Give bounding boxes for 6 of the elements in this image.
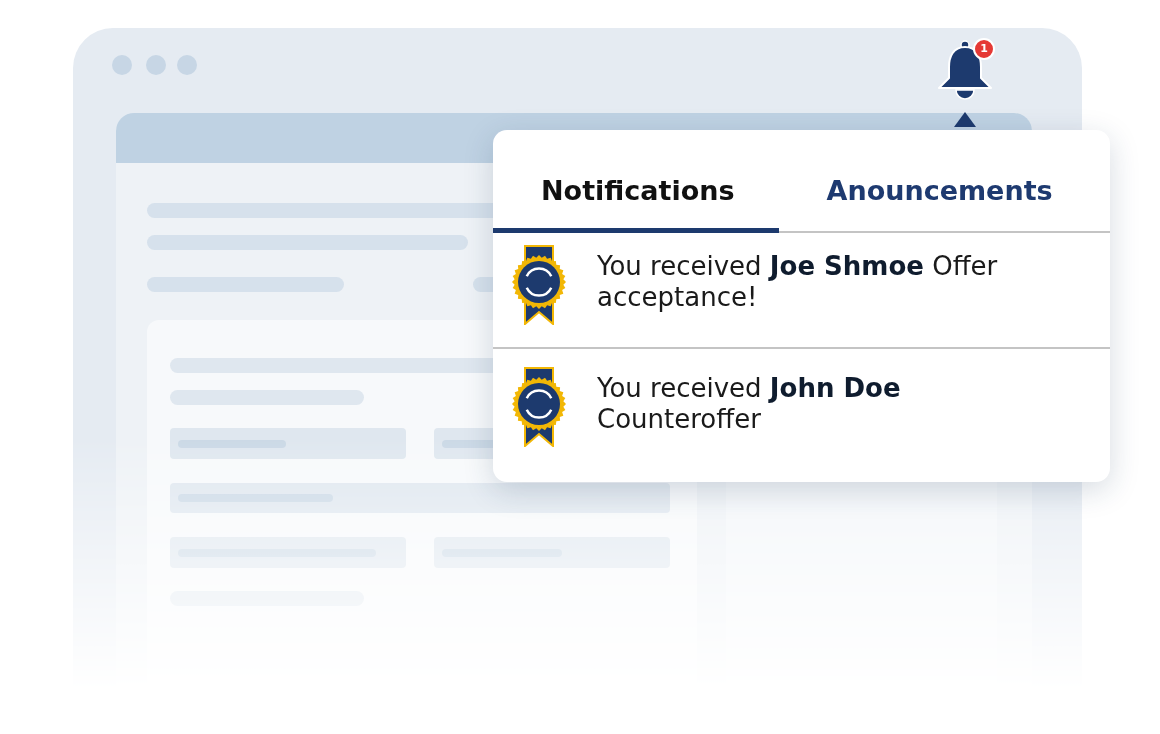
notification-text: You received Joe Shmoe Offer acceptance! bbox=[597, 251, 999, 313]
tab[interactable]: Notifications bbox=[493, 130, 779, 233]
tab[interactable]: Anouncements bbox=[778, 130, 1097, 233]
notification-text: You received John Doe Counteroffer bbox=[597, 373, 902, 435]
bell-icon[interactable] bbox=[936, 40, 994, 100]
caret-icon bbox=[954, 112, 976, 127]
